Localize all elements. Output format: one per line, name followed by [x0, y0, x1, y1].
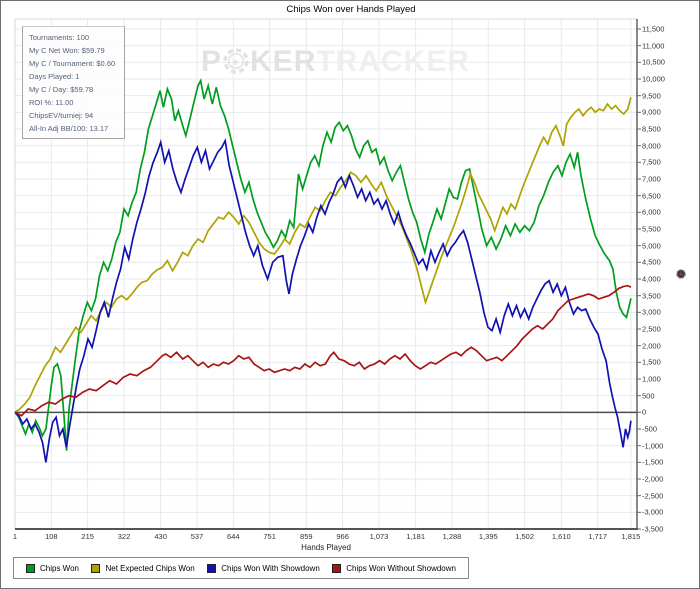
- stat-tournaments: Tournaments: 100: [29, 33, 90, 42]
- legend-label: Chips Won: [40, 563, 79, 573]
- watermark-text-tracker: TRACKER: [316, 45, 471, 78]
- x-tick-label: 108: [45, 532, 58, 541]
- x-axis-title: Hands Played: [301, 543, 351, 552]
- y-tick-label: 1,000: [642, 374, 661, 384]
- x-tick-label: 1,181: [406, 532, 426, 541]
- x-tick-label: 215: [81, 532, 94, 541]
- stat-roi: ROI %: 11.00: [29, 98, 74, 107]
- y-tick-label: 8,000: [642, 141, 661, 151]
- svg-text:♠: ♠: [233, 57, 239, 68]
- x-tick-label: 1,073: [369, 532, 389, 541]
- watermark-text-ker: KER: [250, 45, 317, 78]
- stat-allin-adj: All-In Adj BB/100: 13.17: [29, 124, 109, 133]
- series-line-chips-won-with-showdown: [14, 138, 632, 463]
- legend-item-chips-won-with-showdown: Chips Won With Showdown: [207, 563, 320, 573]
- x-tick-label: 1,288: [442, 532, 462, 541]
- legend-item-chips-won-without-showdown: Chips Won Without Showdown: [332, 563, 456, 573]
- legend-item-chips-won: Chips Won: [26, 563, 79, 573]
- y-tick-label: 3,000: [642, 307, 661, 317]
- series-line-chips-won-without-showdown: [14, 284, 632, 417]
- legend-label: Chips Won With Showdown: [221, 563, 320, 573]
- y-tick-label: 5,500: [642, 224, 661, 234]
- pokertracker-watermark: P ♠ KERTRACKER: [201, 45, 470, 82]
- legend-swatch: [332, 563, 342, 573]
- legend-label: Net Expected Chips Won: [105, 563, 195, 573]
- chart-legend: Chips Won Net Expected Chips Won Chips Won…: [13, 557, 469, 579]
- y-tick-label: 11,500: [642, 24, 665, 34]
- legend-swatch: [91, 563, 101, 573]
- x-tick-label: 1,395: [478, 532, 498, 541]
- y-tick-label: 6,000: [642, 207, 661, 217]
- x-tick-label: 537: [190, 532, 204, 541]
- y-tick-label: -2,500: [642, 491, 664, 501]
- y-tick-label: -1,500: [642, 457, 664, 467]
- x-tick-label: 1,610: [551, 532, 571, 541]
- y-tick-label: 2,000: [642, 341, 661, 351]
- y-tick-label: 8,500: [642, 124, 661, 134]
- stat-net-won: My C Net Won: $59.79: [29, 46, 105, 55]
- y-tick-label: 6,500: [642, 191, 661, 201]
- legend-swatch: [207, 563, 217, 573]
- legend-item-net-expected-chips-won: Net Expected Chips Won: [91, 563, 195, 573]
- x-tick-label: 1,815: [621, 532, 641, 541]
- y-tick-label: 2,500: [642, 324, 661, 334]
- x-tick-label: 644: [227, 532, 240, 541]
- watermark-text-p: P: [201, 45, 223, 78]
- y-tick-label: 500: [642, 391, 655, 401]
- pokertracker-graph-window: Chips Won over Hands Played P ♠ KERTRACKER…: [0, 0, 700, 589]
- legend-swatch: [26, 563, 35, 573]
- stat-per-day: My C / Day: $59.78: [29, 85, 94, 94]
- y-tick-label: 7,000: [642, 174, 661, 184]
- y-tick-label: 10,000: [642, 74, 665, 84]
- y-tick-label: 5,000: [642, 241, 661, 251]
- x-tick-label: 1: [12, 532, 18, 541]
- stat-days-played: Days Played: 1: [29, 72, 80, 81]
- y-tick-label: 7,500: [642, 157, 661, 167]
- poker-chip-icon: ♠: [223, 48, 249, 82]
- y-tick-label: -2,000: [642, 474, 664, 484]
- summary-stats-box: Tournaments: 100 My C Net Won: $59.79 My…: [22, 26, 125, 139]
- stat-per-tournament: My C / Tournament: $0.60: [29, 59, 116, 68]
- y-tick-label: -3,500: [642, 524, 664, 534]
- x-tick-label: 322: [117, 532, 131, 541]
- stat-chipsev: ChipsEV/turniej: 94: [29, 111, 94, 120]
- x-tick-label: 966: [336, 532, 349, 541]
- y-tick-label: 9,000: [642, 107, 661, 117]
- y-tick-label: -500: [642, 424, 658, 434]
- y-tick-label: -1,000: [642, 441, 664, 451]
- x-tick-label: 859: [300, 532, 313, 541]
- x-tick-label: 1,502: [515, 532, 534, 541]
- y-tick-label: 0: [642, 407, 647, 417]
- x-tick-label: 751: [263, 532, 276, 541]
- x-tick-label: 1,717: [588, 532, 607, 541]
- y-tick-label: -3,000: [642, 507, 664, 517]
- y-tick-label: 4,000: [642, 274, 661, 284]
- y-tick-label: 11,000: [642, 41, 665, 51]
- y-tick-label: 10,500: [642, 57, 665, 67]
- y-tick-label: 3,500: [642, 291, 661, 301]
- y-tick-label: 9,500: [642, 91, 661, 101]
- legend-label: Chips Won Without Showdown: [346, 563, 456, 573]
- y-tick-label: 4,500: [642, 257, 661, 267]
- chips-axis-icon: [676, 266, 686, 284]
- y-tick-label: 1,500: [642, 357, 661, 367]
- x-tick-label: 430: [154, 532, 167, 541]
